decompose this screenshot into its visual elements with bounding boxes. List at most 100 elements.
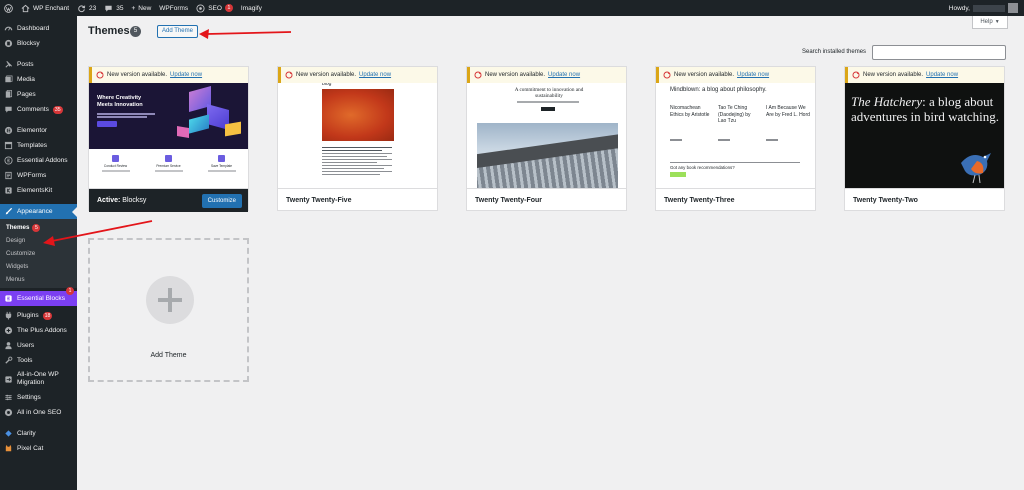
update-warning-icon bbox=[474, 71, 482, 79]
plus-icon bbox=[146, 276, 194, 324]
sidebar-item-essential-blocks[interactable]: Essential Blocks 1 bbox=[0, 287, 77, 306]
ttthree-post: Tao Te Ching (Daodejing) by Lao Tzu bbox=[718, 105, 751, 124]
add-theme-button[interactable]: Add Theme bbox=[157, 25, 198, 38]
elementor-icon bbox=[4, 126, 13, 135]
blocksy-feature: Premium Service bbox=[151, 155, 187, 172]
site-name: WP Enchant bbox=[33, 4, 70, 12]
update-now-link[interactable]: Update now bbox=[737, 72, 769, 78]
submenu-item-themes[interactable]: Themes 5 bbox=[0, 221, 77, 234]
sidebar-item-pixel-cat[interactable]: Pixel Cat bbox=[0, 441, 77, 456]
submenu-item-label: Menus bbox=[6, 276, 25, 283]
update-notice: New version available. Update now bbox=[89, 67, 248, 83]
theme-footer: Twenty Twenty-Two bbox=[845, 188, 1004, 212]
search-themes-input[interactable] bbox=[872, 45, 1006, 60]
sidebar-item-essential-addons[interactable]: Essential Addons bbox=[0, 153, 77, 168]
sidebar-item-label: Users bbox=[17, 342, 35, 349]
sidebar-item-elementskit[interactable]: ElementsKit bbox=[0, 183, 77, 198]
avatar bbox=[1008, 3, 1018, 13]
updates-count: 23 bbox=[89, 4, 97, 12]
theme-name: Active: Blocksy bbox=[97, 197, 147, 204]
add-new-theme-card[interactable]: Add Theme bbox=[88, 238, 249, 382]
update-now-link[interactable]: Update now bbox=[170, 72, 202, 78]
sidebar-item-settings[interactable]: Settings bbox=[0, 390, 77, 405]
comments-menu[interactable]: 35 bbox=[100, 0, 127, 16]
wordpress-logo-menu[interactable] bbox=[0, 0, 17, 16]
sidebar-item-the-plus-addons[interactable]: The Plus Addons bbox=[0, 323, 77, 338]
update-now-link[interactable]: Update now bbox=[359, 72, 391, 78]
wpforms-menu[interactable]: WPForms bbox=[155, 0, 192, 16]
sidebar-item-dashboard[interactable]: Dashboard bbox=[0, 21, 77, 36]
update-text: New version available. bbox=[863, 72, 924, 78]
admin-bar: WP Enchant 23 35 + New WPForms SEO 1 Ima… bbox=[0, 0, 1024, 16]
sidebar-item-label: Clarity bbox=[17, 430, 36, 437]
submenu-item-menus[interactable]: Menus bbox=[0, 273, 77, 286]
sidebar-item-label: Posts bbox=[17, 61, 34, 68]
sidebar-item-plugins[interactable]: Plugins 18 bbox=[0, 308, 77, 323]
site-name-menu[interactable]: WP Enchant bbox=[17, 0, 73, 16]
sidebar-item-label: All in One SEO bbox=[17, 409, 62, 416]
caret-down-icon: ▼ bbox=[994, 19, 1000, 25]
theme-card-twenty-twenty-four[interactable]: New version available. Update now A comm… bbox=[466, 66, 627, 211]
sidebar-item-media[interactable]: Media bbox=[0, 72, 77, 87]
sidebar-item-clarity[interactable]: Clarity bbox=[0, 426, 77, 441]
clarity-icon bbox=[5, 430, 12, 437]
sidebar-item-users[interactable]: Users bbox=[0, 338, 77, 353]
sidebar-item-appearance[interactable]: Appearance bbox=[0, 204, 77, 219]
sidebar-item-posts[interactable]: Posts bbox=[0, 57, 77, 72]
imagify-menu[interactable]: Imagify bbox=[237, 0, 266, 16]
update-now-link[interactable]: Update now bbox=[926, 72, 958, 78]
tttwo-preview-headline: The Hatchery: a blog about adventures in… bbox=[851, 94, 1000, 124]
theme-card-blocksy[interactable]: New version available. Update now Where … bbox=[88, 66, 249, 212]
paintbrush-icon bbox=[5, 207, 13, 215]
new-content-menu[interactable]: + New bbox=[127, 0, 155, 16]
plus-icon: + bbox=[131, 4, 136, 12]
sidebar-item-blocksy[interactable]: Blocksy bbox=[0, 36, 77, 51]
update-warning-icon bbox=[96, 71, 104, 79]
sidebar-item-label: Dashboard bbox=[17, 25, 50, 32]
seo-menu[interactable]: SEO 1 bbox=[192, 0, 237, 16]
aioseo-icon bbox=[4, 408, 13, 417]
submenu-item-design[interactable]: Design bbox=[0, 234, 77, 247]
submenu-item-widgets[interactable]: Widgets bbox=[0, 260, 77, 273]
theme-card-twenty-twenty-three[interactable]: New version available. Update now Mindbl… bbox=[655, 66, 816, 211]
appearance-submenu: Themes 5 Design Customize Widgets Menus bbox=[0, 219, 77, 288]
submenu-item-customize[interactable]: Customize bbox=[0, 247, 77, 260]
sidebar-item-templates[interactable]: Templates bbox=[0, 138, 77, 153]
submenu-item-label: Customize bbox=[6, 250, 36, 257]
submenu-item-label: Design bbox=[6, 237, 26, 244]
user-account-menu[interactable]: Howdy, bbox=[949, 3, 1024, 13]
submenu-item-label: Widgets bbox=[6, 263, 29, 270]
sidebar-item-all-in-one-wp-migration[interactable]: All-in-One WP Migration bbox=[0, 368, 77, 390]
theme-card-twenty-twenty-two[interactable]: New version available. Update now The Ha… bbox=[844, 66, 1005, 211]
pages-icon bbox=[5, 90, 13, 98]
sidebar-item-label: All-in-One WP Migration bbox=[17, 371, 59, 386]
sidebar-item-comments[interactable]: Comments 35 bbox=[0, 102, 77, 117]
sidebar-item-pages[interactable]: Pages bbox=[0, 87, 77, 102]
sidebar-item-label: The Plus Addons bbox=[17, 327, 67, 334]
blocksy-feature: Save Template bbox=[204, 155, 240, 172]
theme-footer: Twenty Twenty-Four bbox=[467, 188, 626, 212]
update-now-link[interactable]: Update now bbox=[548, 72, 580, 78]
blocksy-preview-headline: Where Creativity Meets Innovation bbox=[97, 95, 143, 108]
update-notice: New version available. Update now bbox=[656, 67, 815, 83]
sidebar-item-tools[interactable]: Tools bbox=[0, 353, 77, 368]
sidebar-item-all-in-one-seo[interactable]: All in One SEO bbox=[0, 405, 77, 420]
wpforms-icon bbox=[5, 171, 12, 180]
help-tab-button[interactable]: Help ▼ bbox=[972, 16, 1008, 29]
updates-icon bbox=[78, 4, 86, 12]
sidebar-item-wpforms[interactable]: WPForms bbox=[0, 168, 77, 183]
sidebar-item-label: Blocksy bbox=[17, 40, 40, 47]
aioseo-icon bbox=[196, 3, 205, 13]
theme-card-twenty-twenty-five[interactable]: New version available. Update now blog T… bbox=[277, 66, 438, 211]
add-theme-card-label: Add Theme bbox=[150, 352, 187, 359]
theme-name: Twenty Twenty-Four bbox=[475, 197, 543, 204]
wordpress-logo-icon bbox=[4, 3, 13, 13]
wpforms-label: WPForms bbox=[159, 4, 189, 12]
updates-menu[interactable]: 23 bbox=[73, 0, 100, 16]
update-notice: New version available. Update now bbox=[278, 67, 437, 83]
update-text: New version available. bbox=[296, 72, 357, 78]
sidebar-item-elementor[interactable]: Elementor bbox=[0, 123, 77, 138]
customize-button[interactable]: Customize bbox=[201, 193, 242, 208]
main-content: Help ▼ Themes 5 Add Theme Search install… bbox=[77, 16, 1024, 490]
help-label: Help bbox=[980, 19, 993, 25]
